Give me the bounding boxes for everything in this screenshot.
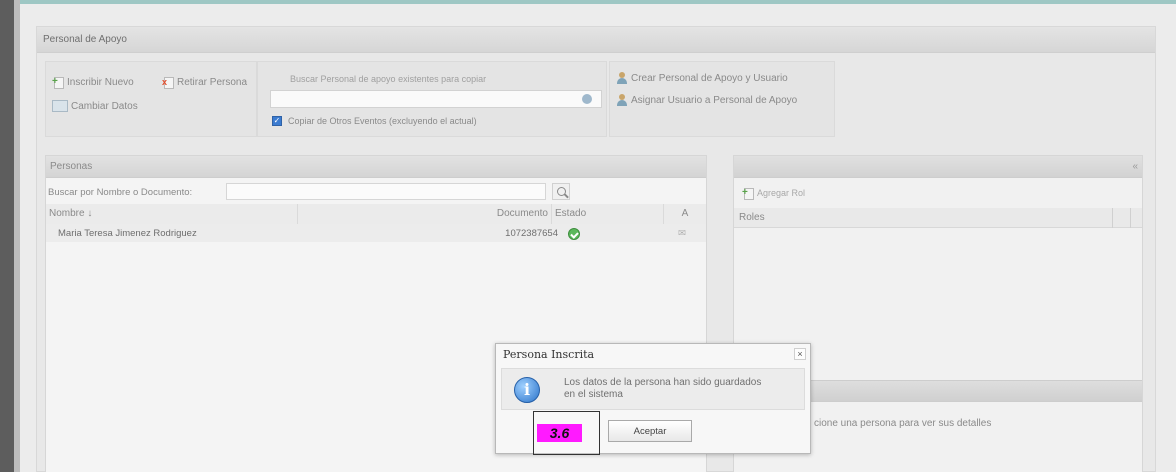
- cell-a-icon[interactable]: ✉: [678, 228, 686, 239]
- roles-column-header[interactable]: Roles: [734, 208, 1142, 228]
- retirar-persona-label: Retirar Persona: [177, 76, 248, 88]
- cambiar-datos-label: Cambiar Datos: [71, 100, 138, 112]
- dialog-body: i Los datos de la persona han sido guard…: [501, 368, 805, 410]
- copy-search-input[interactable]: [270, 90, 602, 108]
- crear-personal-label: Crear Personal de Apoyo y Usuario: [631, 72, 788, 84]
- search-caption: Buscar Personal de apoyo existentes para…: [290, 74, 487, 84]
- asignar-usuario-button[interactable]: Asignar Usuario a Personal de Apoyo: [616, 94, 797, 106]
- personas-title: Personas: [46, 156, 706, 178]
- asignar-usuario-label: Asignar Usuario a Personal de Apoyo: [631, 94, 798, 106]
- search-icon: [556, 187, 566, 196]
- column-a[interactable]: A: [664, 204, 706, 224]
- inscribir-nuevo-label: Inscribir Nuevo: [67, 76, 134, 88]
- column-documento[interactable]: Documento: [470, 204, 552, 224]
- remove-document-icon: [162, 76, 174, 89]
- status-ok-icon: [568, 228, 580, 240]
- copy-search-group: Buscar Personal de apoyo existentes para…: [257, 61, 607, 137]
- copy-events-label: Copiar de Otros Eventos (excluyendo el a…: [288, 116, 477, 126]
- actions-group: Inscribir Nuevo Retirar Persona Cambiar …: [45, 61, 257, 137]
- detail-header: «: [734, 156, 1142, 178]
- left-sidebar-strip: [0, 0, 14, 472]
- cell-nombre: Maria Teresa Jimenez Rodriguez: [58, 228, 197, 239]
- filter-label: Buscar por Nombre o Documento:: [48, 187, 193, 198]
- toolbar: Inscribir Nuevo Retirar Persona Cambiar …: [45, 61, 1141, 143]
- cell-documento: 1072387654: [505, 228, 558, 239]
- step-annotation-label: 3.6: [537, 424, 582, 442]
- retirar-persona-button[interactable]: Retirar Persona: [162, 76, 248, 89]
- inscribir-nuevo-button[interactable]: Inscribir Nuevo: [52, 76, 134, 89]
- user-assign-icon: [616, 94, 628, 106]
- agregar-rol-button[interactable]: Agregar Rol: [742, 187, 806, 200]
- dialog-message: Los datos de la persona han sido guardad…: [564, 377, 762, 400]
- column-divider: [1130, 208, 1131, 228]
- cambiar-datos-button[interactable]: Cambiar Datos: [52, 100, 138, 112]
- close-icon[interactable]: ×: [794, 348, 806, 360]
- column-nombre[interactable]: Nombre ↓: [46, 204, 298, 224]
- filter-input[interactable]: [226, 183, 546, 200]
- aceptar-button[interactable]: Aceptar: [608, 420, 692, 442]
- help-icon[interactable]: [582, 94, 592, 104]
- dialog-title: Persona Inscrita: [503, 348, 595, 361]
- column-divider: [1112, 208, 1113, 228]
- panel-title: Personal de Apoyo: [37, 27, 1155, 53]
- add-document-icon: [742, 187, 754, 200]
- add-document-icon: [52, 76, 64, 89]
- agregar-rol-label: Agregar Rol: [757, 188, 806, 198]
- filter-search-button[interactable]: [552, 183, 570, 200]
- detail-hint: cione una persona para ver sus detalles: [814, 418, 992, 429]
- user-actions-group: Crear Personal de Apoyo y Usuario Asigna…: [609, 61, 835, 137]
- collapse-icon[interactable]: «: [1132, 161, 1138, 172]
- crear-personal-button[interactable]: Crear Personal de Apoyo y Usuario: [616, 72, 788, 84]
- column-estado[interactable]: Estado: [552, 204, 664, 224]
- user-add-icon: [616, 72, 628, 84]
- info-icon: i: [514, 377, 540, 403]
- edit-form-icon: [52, 100, 68, 112]
- copy-events-checkbox[interactable]: ✓: [272, 116, 282, 126]
